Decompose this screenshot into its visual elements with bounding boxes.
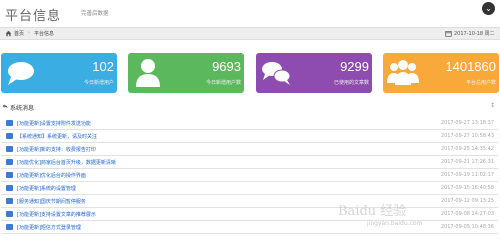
reply-icon bbox=[2, 104, 8, 109]
system-messages-title: 系统消息 bbox=[10, 105, 35, 112]
message-title[interactable]: [功能更新]短信方式登录管理 bbox=[17, 224, 81, 231]
message-time: 2017-09-05 10:48:36 bbox=[440, 224, 494, 230]
breadcrumb-current: 平台信息 bbox=[34, 31, 55, 37]
user-menu-button[interactable]: ⌄ bbox=[482, 2, 495, 15]
message-title[interactable]: [服务通知]国庆节期间暂停服务 bbox=[17, 198, 86, 205]
stat-card-new-users[interactable]: 9693 今日新增用户数 bbox=[128, 53, 244, 93]
list-item[interactable]: [功能更新]新的支持：收费报告打印 2017-09-25 14:35:42 bbox=[1, 143, 498, 156]
stat-card-articles[interactable]: 9299 已使用的文章数 bbox=[256, 53, 372, 93]
message-time: 2017-09-25 14:35:42 bbox=[440, 146, 494, 152]
stat-label: 今日新增用户 bbox=[83, 80, 114, 86]
stat-label: 平台总用户数 bbox=[465, 80, 496, 86]
list-item[interactable]: [功能优化]商家后台首页升级，数据更新清晰 2017-09-21 17:26:31 bbox=[1, 156, 498, 169]
breadcrumb: 首页 › 平台信息 2017-10-18 周二 bbox=[0, 27, 500, 40]
message-title[interactable]: 【系统通知】系统更新，请及时关注 bbox=[17, 133, 97, 140]
message-icon bbox=[6, 159, 13, 165]
collapse-icon[interactable]: ↕ bbox=[490, 102, 495, 109]
page-header: 平台信息 完善后数据 ⌄ bbox=[0, 0, 500, 26]
system-messages-header: 系统消息 ↕ bbox=[0, 100, 500, 112]
page-title: 平台信息 bbox=[5, 9, 62, 24]
stat-value: 9299 bbox=[340, 59, 369, 74]
list-item[interactable]: [功能更新]优化后台的操作界面 2017-09-19 11:02:17 bbox=[1, 169, 498, 182]
list-item[interactable]: [功能更新]短信方式登录管理 2017-09-05 10:48:36 bbox=[1, 221, 498, 234]
breadcrumb-separator: › bbox=[28, 30, 30, 36]
message-time: 2017-09-27 13:18:37 bbox=[440, 120, 494, 126]
message-title[interactable]: [功能优化]商家后台首页升级，数据更新清晰 bbox=[17, 159, 116, 166]
list-item[interactable]: [功能更新]设置支持附件发送功能 2017-09-27 13:18:37 bbox=[1, 117, 498, 130]
message-title[interactable]: [功能更新]新的支持：收费报告打印 bbox=[17, 146, 96, 153]
page-subtitle: 完善后数据 bbox=[81, 11, 109, 17]
message-time: 2017-09-15 16:40:58 bbox=[440, 185, 494, 191]
stat-label: 已使用的文章数 bbox=[333, 80, 369, 86]
users-icon bbox=[387, 60, 419, 85]
message-title[interactable]: [功能更新]设置支持附件发送功能 bbox=[17, 120, 91, 127]
stat-card-total-users[interactable]: 1401860 平台总用户数 bbox=[383, 53, 499, 93]
message-title[interactable]: [功能更新]支持设置文章的推荐展示 bbox=[17, 211, 96, 218]
current-date: 2017-10-18 周二 bbox=[454, 31, 495, 37]
message-icon bbox=[6, 211, 13, 217]
list-item[interactable]: [功能更新]支持设置文章的推荐展示 2017-09-08 14:27:03 bbox=[1, 208, 498, 221]
message-icon bbox=[6, 172, 13, 178]
message-time: 2017-09-19 11:02:17 bbox=[440, 172, 494, 178]
message-icon bbox=[6, 198, 13, 204]
comment-icon bbox=[8, 62, 34, 85]
list-item[interactable]: [服务通知]国庆节期间暂停服务 2017-09-12 09:13:25 bbox=[1, 195, 498, 208]
message-icon bbox=[6, 146, 13, 152]
message-icon bbox=[6, 120, 13, 126]
message-time: 2017-09-12 09:13:25 bbox=[440, 198, 494, 204]
message-icon bbox=[6, 224, 13, 230]
watermark-url: jingyan.baidu.com bbox=[367, 220, 423, 227]
message-icon bbox=[6, 185, 13, 191]
stat-card-new-messages[interactable]: 102 今日新增用户 bbox=[1, 53, 117, 93]
stat-value: 1401860 bbox=[445, 59, 496, 74]
message-list: [功能更新]设置支持附件发送功能 2017-09-27 13:18:37 【系统通… bbox=[1, 117, 498, 234]
breadcrumb-home-link[interactable]: 首页 bbox=[14, 30, 24, 37]
stat-value: 102 bbox=[92, 59, 114, 74]
watermark: Baidu 经验 bbox=[338, 204, 407, 219]
stat-label: 今日新增用户数 bbox=[205, 80, 241, 86]
message-icon bbox=[6, 133, 13, 139]
comments-icon bbox=[262, 62, 291, 85]
calendar-icon bbox=[445, 31, 452, 37]
user-icon bbox=[136, 59, 160, 87]
message-time: 2017-09-08 14:27:03 bbox=[440, 211, 494, 217]
message-title[interactable]: [功能更新]系统的设置管理 bbox=[17, 185, 76, 192]
list-item[interactable]: [功能更新]系统的设置管理 2017-09-15 16:40:58 bbox=[1, 182, 498, 195]
list-item[interactable]: 【系统通知】系统更新，请及时关注 2017-09-27 10:58:43 bbox=[1, 130, 498, 143]
message-time: 2017-09-21 17:26:31 bbox=[440, 159, 494, 165]
stat-value: 9693 bbox=[212, 59, 241, 74]
home-icon bbox=[5, 30, 12, 37]
message-title[interactable]: [功能更新]优化后台的操作界面 bbox=[17, 172, 86, 179]
message-time: 2017-09-27 10:58:43 bbox=[440, 133, 494, 139]
chevron-down-icon: ⌄ bbox=[485, 4, 492, 13]
